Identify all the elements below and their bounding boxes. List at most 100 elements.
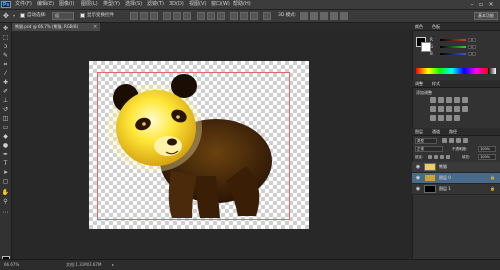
lock-transparent-icon[interactable]: [428, 155, 432, 159]
auto-select-dropdown[interactable]: 组: [52, 12, 74, 20]
minimize-button[interactable]: –: [468, 1, 476, 8]
distribute-bottom-icon[interactable]: [217, 12, 225, 20]
distribute-middle-icon[interactable]: [207, 12, 215, 20]
path-select-tool-icon[interactable]: ➤: [1, 169, 10, 177]
red-slider[interactable]: [440, 39, 466, 41]
lasso-tool-icon[interactable]: ↄ: [1, 43, 10, 51]
marquee-tool-icon[interactable]: ⬚: [1, 34, 10, 42]
3d-slide-icon[interactable]: [330, 12, 338, 20]
distribute-top-icon[interactable]: [197, 12, 205, 20]
lock-all-icon[interactable]: [446, 155, 450, 159]
crop-tool-icon[interactable]: ⌗: [1, 61, 10, 69]
tab-styles[interactable]: 样式: [432, 80, 440, 87]
filter-adjustment-icon[interactable]: [449, 138, 454, 143]
edit-toolbar-icon[interactable]: ⋯: [1, 209, 10, 217]
color-balance-icon[interactable]: [438, 106, 444, 112]
visibility-eye-icon[interactable]: ◉: [415, 175, 421, 181]
history-brush-tool-icon[interactable]: ↺: [1, 106, 10, 114]
align-middle-icon[interactable]: [140, 12, 148, 20]
menu-type[interactable]: 类型(Y): [103, 1, 120, 8]
hue-saturation-icon[interactable]: [430, 106, 436, 112]
3d-pan-icon[interactable]: [320, 12, 328, 20]
menu-help[interactable]: 帮助(H): [233, 1, 251, 8]
menu-window[interactable]: 窗口(W): [211, 1, 230, 8]
layer-name[interactable]: 图层 0: [439, 174, 451, 182]
brightness-icon[interactable]: [430, 97, 436, 103]
distribute-center-icon[interactable]: [240, 12, 248, 20]
document-info[interactable]: 文档:1.31M/3.67M: [66, 261, 101, 269]
close-tab-icon[interactable]: ×: [93, 23, 99, 31]
dodge-tool-icon[interactable]: ●: [1, 142, 10, 150]
blue-slider[interactable]: [440, 53, 466, 55]
menu-view[interactable]: 视图(V): [189, 1, 206, 8]
green-slider[interactable]: [440, 46, 466, 48]
black-white-icon[interactable]: [446, 106, 452, 112]
3d-rotate-icon[interactable]: [300, 12, 308, 20]
pen-tool-icon[interactable]: ✒: [1, 151, 10, 159]
layer-name[interactable]: 熊猫: [439, 163, 447, 171]
align-right-icon[interactable]: [183, 12, 191, 20]
filter-shape-icon[interactable]: [463, 138, 468, 143]
auto-align-icon[interactable]: [263, 12, 271, 20]
eyedropper-tool-icon[interactable]: ⁄: [1, 70, 10, 78]
align-top-icon[interactable]: [130, 12, 138, 20]
tab-channels[interactable]: 通道: [432, 128, 440, 135]
visibility-eye-icon[interactable]: ◉: [415, 186, 421, 192]
3d-scale-icon[interactable]: [340, 12, 348, 20]
align-bottom-icon[interactable]: [150, 12, 158, 20]
posterize-icon[interactable]: [438, 115, 444, 121]
zoom-level[interactable]: 66.67%: [4, 261, 19, 269]
tab-adjustments[interactable]: 调整: [415, 80, 423, 87]
menu-edit[interactable]: 编辑(E): [37, 1, 54, 8]
chevron-right-icon[interactable]: ▸: [112, 261, 114, 269]
invert-icon[interactable]: [430, 115, 436, 121]
green-value[interactable]: 0: [468, 45, 476, 49]
align-center-icon[interactable]: [173, 12, 181, 20]
blur-tool-icon[interactable]: ◆: [1, 133, 10, 141]
fill-field[interactable]: 100%: [478, 154, 496, 160]
filter-pixel-icon[interactable]: [442, 138, 447, 143]
blue-value[interactable]: 0: [468, 52, 476, 56]
document-tab[interactable]: 熊猫.psd @ 66.7% (熊猫, RGB/8): [12, 23, 100, 31]
move-tool-icon[interactable]: ✥: [1, 25, 10, 33]
menu-select[interactable]: 选择(S): [125, 1, 142, 8]
move-tool-icon[interactable]: ✥: [3, 12, 11, 20]
healing-brush-tool-icon[interactable]: ✚: [1, 79, 10, 87]
hand-tool-icon[interactable]: ✋: [1, 189, 10, 197]
curves-icon[interactable]: [446, 97, 452, 103]
3d-roll-icon[interactable]: [310, 12, 318, 20]
photo-filter-icon[interactable]: [454, 106, 460, 112]
red-value[interactable]: 0: [468, 38, 476, 42]
align-left-icon[interactable]: [163, 12, 171, 20]
tab-swatches[interactable]: 色板: [432, 23, 440, 30]
opacity-field[interactable]: 100%: [478, 146, 496, 152]
layer-name[interactable]: 图层 1: [439, 185, 451, 193]
chevron-down-icon[interactable]: ▾: [13, 12, 16, 20]
clone-stamp-tool-icon[interactable]: ⊥: [1, 97, 10, 105]
menu-image[interactable]: 图像(I): [59, 1, 74, 8]
gradient-tool-icon[interactable]: ▭: [1, 124, 10, 132]
maximize-button[interactable]: ▫: [477, 1, 485, 8]
workspace-switcher[interactable]: 基本功能: [474, 12, 498, 20]
auto-select-checkbox[interactable]: [20, 13, 25, 18]
close-window-button[interactable]: ✕: [487, 1, 495, 8]
zoom-tool-icon[interactable]: ⚲: [1, 198, 10, 206]
threshold-icon[interactable]: [446, 115, 452, 121]
tab-color[interactable]: 颜色: [415, 23, 423, 30]
type-tool-icon[interactable]: T: [1, 160, 10, 168]
levels-icon[interactable]: [438, 97, 444, 103]
shape-tool-icon[interactable]: ▢: [1, 178, 10, 186]
menu-layer[interactable]: 图层(L): [81, 1, 98, 8]
distribute-left-icon[interactable]: [230, 12, 238, 20]
crop-frame[interactable]: [97, 72, 290, 220]
filter-type-icon[interactable]: [456, 138, 461, 143]
eraser-tool-icon[interactable]: ◫: [1, 115, 10, 123]
menu-3d[interactable]: 3D(D): [169, 1, 184, 8]
color-spectrum-bar[interactable]: [416, 68, 488, 74]
blend-mode-select[interactable]: 正常: [415, 146, 443, 152]
brush-tool-icon[interactable]: ✐: [1, 88, 10, 96]
channel-mixer-icon[interactable]: [462, 106, 468, 112]
gradient-map-icon[interactable]: [454, 115, 460, 121]
grayscale-ramp[interactable]: [488, 68, 496, 74]
menu-filter[interactable]: 滤镜(T): [147, 1, 164, 8]
